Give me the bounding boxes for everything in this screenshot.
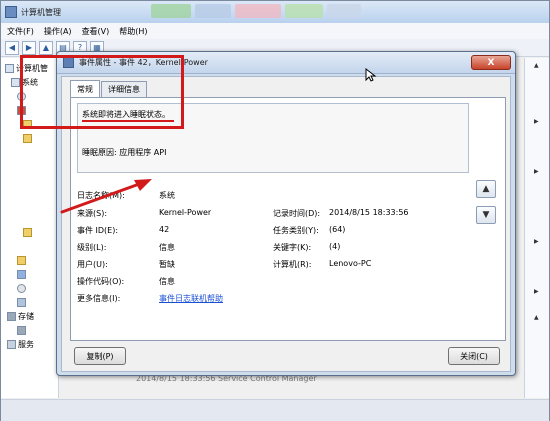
opcode-value: 信息 [159, 277, 175, 286]
task-category-label: 任务类别(Y): [273, 226, 319, 235]
tree-item-device-manager[interactable] [17, 296, 26, 308]
opcode-label: 操作代码(O): [77, 277, 125, 286]
copy-button[interactable]: 复制(P) [74, 347, 126, 365]
previous-event-button[interactable]: ▲ [476, 180, 496, 198]
task-category-value: (64) [329, 225, 346, 234]
event-properties-dialog: 事件属性 - 事件 42，Kernel-Power X 常规 详细信息 系统即将… [56, 51, 516, 376]
tree-item-folder[interactable] [23, 226, 32, 238]
dialog-body: 常规 详细信息 系统即将进入睡眠状态。 睡眠原因: 应用程序 API ▲ ▼ 日… [61, 76, 511, 372]
shared-folder-icon [17, 255, 26, 265]
actions-pane: ▲ ▶ ▶ ▶ ▶ ▲ [524, 58, 549, 398]
tree-item-event-viewer[interactable] [17, 104, 26, 116]
collapse-arrow-icon[interactable]: ▲ [534, 314, 539, 321]
event-id-value: 42 [159, 225, 170, 234]
device-manager-icon [17, 297, 26, 307]
folder-icon [23, 133, 32, 143]
performance-icon [17, 283, 26, 293]
expand-arrow-icon[interactable]: ▶ [534, 118, 539, 125]
menu-bar: 文件(F) 操作(A) 查看(V) 帮助(H) [1, 23, 549, 39]
main-window-title: 计算机管理 [21, 7, 61, 17]
tree-item-local-users[interactable] [17, 268, 26, 280]
back-arrow-icon[interactable]: ◀ [5, 40, 19, 55]
up-folder-icon[interactable]: ▲ [39, 40, 53, 55]
forward-arrow-icon[interactable]: ▶ [22, 40, 36, 55]
keywords-label: 关键字(K): [273, 243, 312, 252]
source-label: 来源(S): [77, 209, 108, 218]
navigation-tree: 计算机管 系统 存储 服务 [1, 58, 59, 398]
services-icon [7, 339, 16, 349]
mouse-cursor-icon [365, 68, 377, 82]
log-name-value: 系统 [159, 191, 175, 200]
close-icon[interactable]: X [471, 55, 511, 70]
menu-view[interactable]: 查看(V) [82, 26, 110, 37]
tree-item-folder[interactable] [23, 132, 32, 144]
disk-icon [17, 325, 26, 335]
tree-item-folder[interactable] [23, 118, 32, 130]
level-label: 级别(L): [77, 243, 107, 252]
menu-help[interactable]: 帮助(H) [119, 26, 147, 37]
event-viewer-icon [17, 105, 26, 115]
computer-label: 计算机(R): [273, 260, 312, 269]
horizontal-scrollbar[interactable] [1, 399, 549, 421]
close-button[interactable]: 关闭(C) [448, 347, 500, 365]
event-icon [63, 57, 74, 68]
tools-icon [11, 77, 20, 87]
expand-arrow-icon[interactable]: ▶ [534, 288, 539, 295]
computer-value: Lenovo-PC [329, 259, 372, 268]
computer-icon [5, 63, 14, 73]
tree-item-services[interactable]: 服务 [7, 338, 34, 350]
event-description-box[interactable]: 系统即将进入睡眠状态。 睡眠原因: 应用程序 API [77, 103, 469, 173]
dialog-title: 事件属性 - 事件 42，Kernel-Power [79, 58, 208, 67]
dialog-title-bar[interactable]: 事件属性 - 事件 42，Kernel-Power X [57, 52, 515, 74]
user-value: 暂缺 [159, 260, 175, 269]
next-event-button[interactable]: ▼ [476, 206, 496, 224]
tree-item-task-scheduler[interactable] [17, 90, 26, 102]
tree-item-system-tools[interactable]: 系统 [11, 76, 38, 88]
folder-icon [23, 119, 32, 129]
menu-file[interactable]: 文件(F) [7, 26, 34, 37]
level-value: 信息 [159, 243, 175, 252]
tree-item-shared-folders[interactable] [17, 254, 26, 266]
tree-item-root[interactable]: 计算机管 [5, 62, 48, 74]
users-icon [17, 269, 26, 279]
main-title-bar: 计算机管理 [1, 1, 549, 23]
expand-arrow-icon[interactable]: ▶ [534, 168, 539, 175]
source-value: Kernel-Power [159, 208, 212, 217]
keywords-value: (4) [329, 242, 341, 251]
tab-general[interactable]: 常规 [70, 80, 100, 97]
tree-item-disk-management[interactable] [17, 324, 26, 336]
expand-arrow-icon[interactable]: ▶ [534, 238, 539, 245]
clock-icon [17, 91, 26, 101]
log-name-label: 日志名称(M): [77, 191, 125, 200]
tab-details[interactable]: 详细信息 [101, 81, 147, 97]
description-line-1: 系统即将进入睡眠状态。 [82, 110, 170, 119]
tree-item-storage[interactable]: 存储 [7, 310, 34, 322]
tree-item-performance[interactable] [17, 282, 26, 294]
storage-icon [7, 311, 16, 321]
logged-label: 记录时间(D): [273, 209, 321, 218]
tab-strip: 常规 详细信息 [70, 80, 148, 97]
logged-value: 2014/8/15 18:33:56 [329, 208, 409, 217]
event-id-label: 事件 ID(E): [77, 226, 119, 235]
description-line-2: 睡眠原因: 应用程序 API [82, 148, 167, 157]
general-tab-panel: 系统即将进入睡眠状态。 睡眠原因: 应用程序 API ▲ ▼ 日志名称(M): … [70, 97, 506, 341]
collapse-arrow-icon[interactable]: ▲ [534, 62, 539, 69]
annotation-underline [82, 120, 174, 122]
event-log-online-help-link[interactable]: 事件日志联机帮助 [159, 293, 223, 304]
more-info-label: 更多信息(I): [77, 294, 121, 303]
menu-action[interactable]: 操作(A) [44, 26, 72, 37]
user-label: 用户(U): [77, 260, 108, 269]
folder-icon [23, 227, 32, 237]
computer-management-icon [5, 6, 17, 18]
blurred-taskbar-strip [151, 4, 361, 18]
